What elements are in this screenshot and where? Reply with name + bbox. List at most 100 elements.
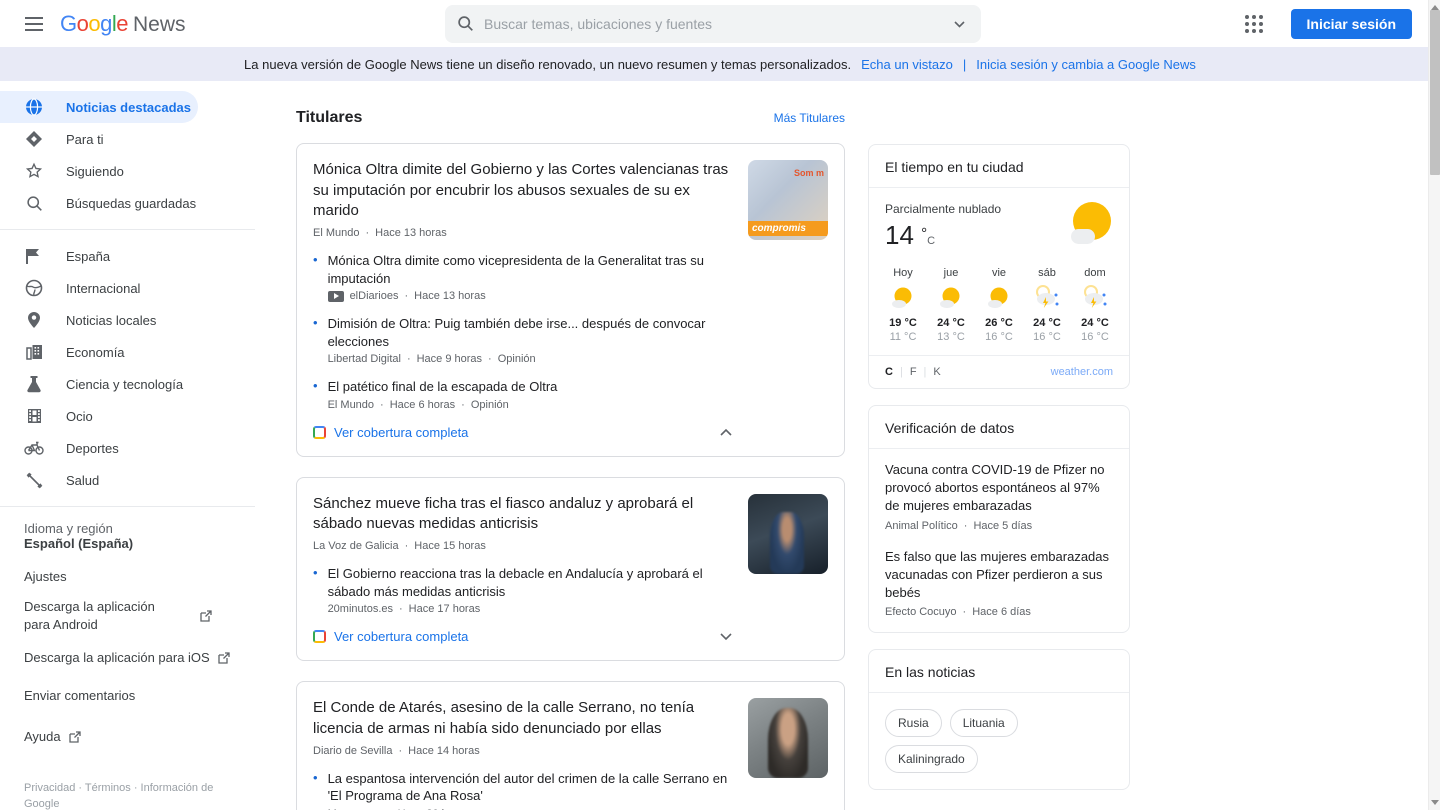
article-source: Animal Político xyxy=(885,520,958,532)
sidebar-item-espana[interactable]: España xyxy=(0,240,255,272)
unit-celsius[interactable]: C xyxy=(885,366,893,378)
building-icon xyxy=(24,344,44,360)
related-article-title[interactable]: El Gobierno reacciona tras la debacle en… xyxy=(328,565,732,600)
sidebar-link-feedback[interactable]: Enviar comentarios xyxy=(0,679,255,713)
fact-check-widget: Verificación de datos Vacuna contra COVI… xyxy=(868,405,1130,633)
sidebar-item-noticias-locales[interactable]: Noticias locales xyxy=(0,304,255,336)
topic-chip-rusia[interactable]: Rusia xyxy=(885,709,942,737)
news-wordmark: News xyxy=(133,13,186,37)
thumbnail-overlay-text: Som m xyxy=(794,168,824,178)
full-coverage-icon xyxy=(313,630,326,643)
article-headline[interactable]: El Conde de Atarés, asesino de la calle … xyxy=(313,698,732,739)
sidebar-item-internacional[interactable]: Internacional xyxy=(0,272,255,304)
sidebar-item-ciencia-tecnologia[interactable]: Ciencia y tecnología xyxy=(0,368,255,400)
article-time: Hace 15 horas xyxy=(414,540,486,552)
related-article: • La espantosa intervención del autor de… xyxy=(313,770,732,810)
forecast-day: dom 24 °C 16 °C xyxy=(1071,267,1119,343)
sidebar-item-label: Deportes xyxy=(66,441,119,456)
topic-chip-lituania[interactable]: Lituania xyxy=(950,709,1018,737)
scrollbar-thumb[interactable] xyxy=(1430,10,1440,175)
fact-check-headline[interactable]: Vacuna contra COVID-19 de Pfizer no prov… xyxy=(885,461,1113,516)
related-article-title[interactable]: Dimisión de Oltra: Puig también debe irs… xyxy=(328,315,732,350)
language-region-setting[interactable]: Idioma y región Español (España) xyxy=(0,517,255,555)
google-wordmark: Google xyxy=(60,11,128,37)
sidebar-item-siguiendo[interactable]: Siguiendo xyxy=(0,155,255,187)
external-link-icon xyxy=(218,652,230,664)
thumbnail-overlay-text: compromis xyxy=(748,221,828,236)
expand-chevron-down-icon[interactable] xyxy=(720,633,732,641)
sidebar-legal-links[interactable]: Privacidad · Términos · Información de G… xyxy=(0,754,255,810)
forecast-day: vie 26 °C 16 °C xyxy=(975,267,1023,343)
current-temperature: 14 °C xyxy=(885,220,1001,251)
sidebar-item-para-ti[interactable]: Para ti xyxy=(0,123,255,155)
article-thumbnail[interactable] xyxy=(748,494,828,574)
sidebar-item-label: Internacional xyxy=(66,281,140,296)
weather-provider-link[interactable]: weather.com xyxy=(1051,366,1113,378)
storm-icon xyxy=(1023,283,1071,313)
article-thumbnail[interactable] xyxy=(748,698,828,778)
location-pin-icon xyxy=(24,311,44,329)
sidebar-divider xyxy=(0,506,255,507)
sidebar-item-salud[interactable]: Salud xyxy=(0,464,255,496)
weather-widget: El tiempo en tu ciudad Parcialmente nubl… xyxy=(868,144,1130,389)
full-coverage-link[interactable]: Ver cobertura completa xyxy=(313,629,468,644)
sidebar-link-help[interactable]: Ayuda xyxy=(0,720,255,754)
sidebar-item-label: Noticias locales xyxy=(66,313,156,328)
fact-check-headline[interactable]: Es falso que las mujeres embarazadas vac… xyxy=(885,548,1113,603)
collapse-chevron-up-icon[interactable] xyxy=(720,428,732,436)
banner-switch-link[interactable]: Inicia sesión y cambia a Google News xyxy=(976,57,1196,72)
language-region-label: Idioma y región xyxy=(0,517,255,536)
article-thumbnail[interactable]: Som m compromis xyxy=(748,160,828,240)
google-apps-grid-icon[interactable] xyxy=(1237,7,1271,41)
storm-icon xyxy=(1071,283,1119,313)
unit-fahrenheit[interactable]: F xyxy=(910,366,917,378)
language-region-value: Español (España) xyxy=(0,536,255,555)
sunny-icon xyxy=(927,283,975,313)
article-source: El Mundo xyxy=(328,399,374,411)
flag-icon xyxy=(24,248,44,265)
sidebar-link-download-android[interactable]: Descarga la aplicación para Android xyxy=(0,590,255,641)
scroll-up-arrow-icon[interactable] xyxy=(1429,0,1440,10)
search-input[interactable] xyxy=(484,16,950,32)
promo-banner: La nueva versión de Google News tiene un… xyxy=(0,47,1440,81)
page-scrollbar[interactable] xyxy=(1428,0,1440,810)
related-article-title[interactable]: La espantosa intervención del autor del … xyxy=(328,770,732,805)
diamond-icon xyxy=(24,130,44,148)
search-icon xyxy=(24,195,44,212)
sidebar-item-ajustes[interactable]: Ajustes xyxy=(0,563,255,590)
sidebar-item-ocio[interactable]: Ocio xyxy=(0,400,255,432)
film-strip-icon xyxy=(24,408,44,424)
more-headlines-link[interactable]: Más Titulares xyxy=(774,111,845,125)
sidebar-item-deportes[interactable]: Deportes xyxy=(0,432,255,464)
google-news-logo[interactable]: Google News xyxy=(60,11,186,37)
weather-title: El tiempo en tu ciudad xyxy=(869,145,1129,188)
forecast-day: sáb 24 °C 16 °C xyxy=(1023,267,1071,343)
hamburger-menu-icon[interactable] xyxy=(16,6,52,42)
search-dropdown-caret-icon[interactable] xyxy=(950,12,969,35)
article-source: Efecto Cocuyo xyxy=(885,606,957,618)
article-time: Hace 17 horas xyxy=(409,603,481,615)
sidebar-item-economia[interactable]: Economía xyxy=(0,336,255,368)
sidebar-divider xyxy=(0,229,255,230)
unit-kelvin[interactable]: K xyxy=(933,366,940,378)
article-time: Hace 6 días xyxy=(972,606,1031,618)
article-headline[interactable]: Mónica Oltra dimite del Gobierno y las C… xyxy=(313,160,732,222)
article-tag: Opinión xyxy=(498,353,536,365)
sidebar-item-noticias-destacadas[interactable]: Noticias destacadas xyxy=(0,91,198,123)
related-article-title[interactable]: El patético final de la escapada de Oltr… xyxy=(328,378,732,396)
related-article-title[interactable]: Mónica Oltra dimite como vicepresidenta … xyxy=(328,252,732,287)
scroll-down-arrow-icon[interactable] xyxy=(1429,800,1440,810)
forecast-day: jue 24 °C 13 °C xyxy=(927,267,975,343)
banner-preview-link[interactable]: Echa un vistazo xyxy=(861,57,953,72)
sidebar-item-busquedas-guardadas[interactable]: Búsquedas guardadas xyxy=(0,187,255,219)
sidebar-item-label: Búsquedas guardadas xyxy=(66,196,196,211)
article-headline[interactable]: Sánchez mueve ficha tras el fiasco andal… xyxy=(313,494,732,535)
article-time: Hace 13 horas xyxy=(375,227,447,239)
signin-button[interactable]: Iniciar sesión xyxy=(1291,9,1412,39)
topic-chip-kaliningrado[interactable]: Kaliningrado xyxy=(885,745,978,773)
related-article: • Dimisión de Oltra: Puig también debe i… xyxy=(313,315,732,365)
related-article: • El Gobierno reacciona tras la debacle … xyxy=(313,565,732,615)
in-the-news-title: En las noticias xyxy=(869,650,1129,693)
sidebar-link-download-ios[interactable]: Descarga la aplicación para iOS xyxy=(0,641,255,675)
full-coverage-link[interactable]: Ver cobertura completa xyxy=(313,425,468,440)
